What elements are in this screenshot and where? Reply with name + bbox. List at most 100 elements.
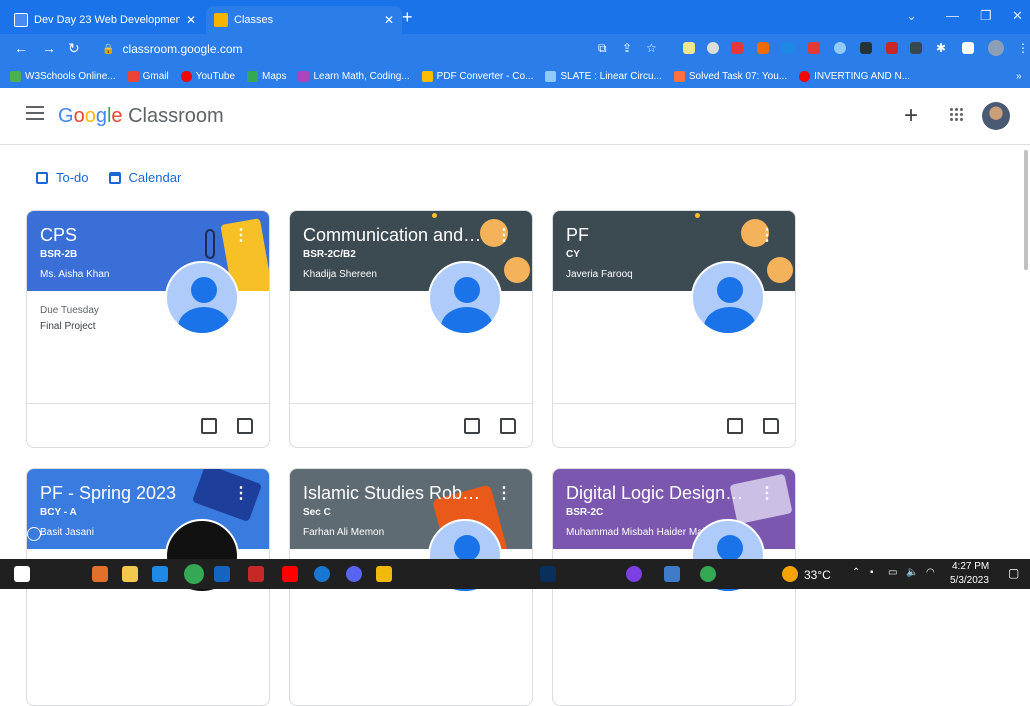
chrome-secondary-icon[interactable] xyxy=(700,566,716,582)
bookmark-pdf-converter[interactable]: PDF Converter - Co... xyxy=(421,70,533,82)
work-icon[interactable] xyxy=(727,418,743,434)
new-tab-button[interactable]: + xyxy=(402,7,413,28)
class-options-icon[interactable]: ⋮ xyxy=(233,483,249,503)
close-window-button[interactable]: ✕ xyxy=(1012,8,1023,24)
google-classroom-logo[interactable]: Google Classroom xyxy=(58,105,224,128)
bookmark-learn-math[interactable]: Learn Math, Coding... xyxy=(298,70,410,82)
extension-dark-icon[interactable] xyxy=(860,42,872,54)
vscode-icon[interactable] xyxy=(152,566,168,582)
show-hidden-icons-icon[interactable]: ⌃ xyxy=(852,567,860,578)
class-options-icon[interactable]: ⋮ xyxy=(759,483,775,503)
photoshop-icon[interactable] xyxy=(540,566,556,582)
youtube-taskbar-icon[interactable] xyxy=(282,566,298,582)
side-panel-icon[interactable] xyxy=(962,42,974,54)
install-app-icon[interactable]: ⧉ xyxy=(598,41,607,56)
folder-icon[interactable] xyxy=(237,418,253,434)
discord-icon[interactable] xyxy=(346,566,362,582)
clock-date[interactable]: 5/3/2023 xyxy=(950,575,989,586)
steam-icon[interactable] xyxy=(314,566,330,582)
windows-start-icon[interactable] xyxy=(14,566,30,582)
weather-temp[interactable]: 33°C xyxy=(804,568,831,582)
youtube-icon xyxy=(799,70,811,82)
extensions-puzzle-icon[interactable]: ✱ xyxy=(936,41,946,55)
back-icon[interactable]: ← xyxy=(14,40,28,56)
assignment-link[interactable]: Final Project xyxy=(40,321,96,332)
extension-grey-icon[interactable] xyxy=(910,42,922,54)
file-explorer-icon[interactable] xyxy=(122,566,138,582)
battery-icon[interactable]: ▭ xyxy=(888,567,897,578)
share-icon[interactable]: ⇪ xyxy=(622,41,632,55)
class-options-icon[interactable]: ⋮ xyxy=(496,225,512,245)
close-tab-icon[interactable]: ✕ xyxy=(384,13,394,27)
class-options-icon[interactable]: ⋮ xyxy=(233,225,249,245)
folder-icon[interactable] xyxy=(763,418,779,434)
bookmark-w3schools[interactable]: W3Schools Online... xyxy=(10,70,116,82)
minimize-button[interactable]: — xyxy=(946,8,959,23)
network-icon[interactable]: ▪ xyxy=(870,567,874,578)
create-join-class-button[interactable]: + xyxy=(904,102,918,130)
work-icon[interactable] xyxy=(464,418,480,434)
class-title[interactable]: CPS xyxy=(40,225,220,246)
chrome-icon[interactable] xyxy=(184,564,204,584)
extension-camera-icon[interactable] xyxy=(707,42,719,54)
class-title[interactable]: Islamic Studies Robot... xyxy=(303,483,483,504)
extension-pdf-icon[interactable] xyxy=(808,42,820,54)
notepad-icon[interactable] xyxy=(664,566,680,582)
work-icon[interactable] xyxy=(201,418,217,434)
tab-search-icon[interactable]: ⌄ xyxy=(906,8,917,24)
extension-red-icon[interactable] xyxy=(731,42,743,54)
wifi-icon[interactable]: ◠ xyxy=(926,567,935,578)
account-avatar[interactable] xyxy=(982,102,1010,130)
bookmark-youtube[interactable]: YouTube xyxy=(180,70,235,82)
address-bar[interactable]: 🔒 classroom.google.com xyxy=(90,37,670,61)
bookmark-maps[interactable]: Maps xyxy=(247,70,286,82)
browser-menu-icon[interactable]: ⋮ xyxy=(1017,41,1029,55)
class-card-pf[interactable]: PF CY Javeria Farooq ⋮ xyxy=(552,210,796,448)
podcast-icon[interactable] xyxy=(626,566,642,582)
clock-time[interactable]: 4:27 PM xyxy=(952,561,989,572)
bookmark-solved-task[interactable]: Solved Task 07: You... xyxy=(673,70,787,82)
forward-icon[interactable]: → xyxy=(42,40,56,56)
volume-icon[interactable]: 🔈 xyxy=(906,567,918,578)
extension-blue-icon[interactable] xyxy=(782,42,794,54)
class-options-icon[interactable]: ⋮ xyxy=(759,225,775,245)
card-footer xyxy=(553,403,795,447)
extension-pen-icon[interactable] xyxy=(683,42,695,54)
close-tab-icon[interactable]: ✕ xyxy=(186,13,196,27)
class-title[interactable]: PF - Spring 2023 xyxy=(40,483,220,504)
dev-cpp-icon[interactable] xyxy=(214,566,230,582)
extension-orange-icon[interactable] xyxy=(757,42,769,54)
dev-cpp-red-icon[interactable] xyxy=(248,566,264,582)
bookmark-gmail[interactable]: Gmail xyxy=(127,70,169,82)
class-card-communication[interactable]: Communication and ... BSR-2C/B2 Khadija … xyxy=(289,210,533,448)
bookmark-inverting[interactable]: INVERTING AND N... xyxy=(799,70,910,82)
xampp-icon[interactable] xyxy=(92,566,108,582)
restore-button[interactable]: ❐ xyxy=(980,8,992,24)
teacher-avatar xyxy=(165,261,239,335)
class-options-icon[interactable]: ⋮ xyxy=(496,483,512,503)
more-bookmarks-icon[interactable]: » xyxy=(1016,71,1022,82)
profile-avatar-icon[interactable] xyxy=(988,40,1004,56)
class-title[interactable]: Communication and ... xyxy=(303,225,483,246)
binance-icon[interactable] xyxy=(376,566,392,582)
class-title[interactable]: PF xyxy=(566,225,746,246)
notifications-icon[interactable]: ▢ xyxy=(1008,566,1019,580)
todo-link[interactable]: To-do xyxy=(36,170,89,185)
extension-shield-icon[interactable] xyxy=(834,42,846,54)
calendar-link[interactable]: Calendar xyxy=(108,170,181,185)
class-teacher: Farhan Ali Memon xyxy=(303,527,385,538)
tab-classes[interactable]: Classes ✕ xyxy=(206,6,402,34)
class-title[interactable]: Digital Logic Design -... xyxy=(566,483,746,504)
google-apps-icon[interactable] xyxy=(950,108,964,122)
bookmark-slate[interactable]: SLATE : Linear Circu... xyxy=(545,70,662,82)
help-icon[interactable] xyxy=(27,527,41,541)
bookmark-star-icon[interactable]: ☆ xyxy=(646,41,657,55)
gmail-extension-icon[interactable] xyxy=(886,42,898,54)
tab-dev-day[interactable]: Dev Day 23 Web Development C ✕ xyxy=(6,6,204,34)
main-menu-icon[interactable] xyxy=(26,106,44,124)
class-teacher: Javeria Farooq xyxy=(566,269,633,280)
reload-icon[interactable]: ↻ xyxy=(68,40,80,57)
folder-icon[interactable] xyxy=(500,418,516,434)
class-card-cps[interactable]: CPS BSR-2B Ms. Aisha Khan ⋮ Due Tuesday … xyxy=(26,210,270,448)
page-scrollbar[interactable] xyxy=(1024,150,1028,270)
